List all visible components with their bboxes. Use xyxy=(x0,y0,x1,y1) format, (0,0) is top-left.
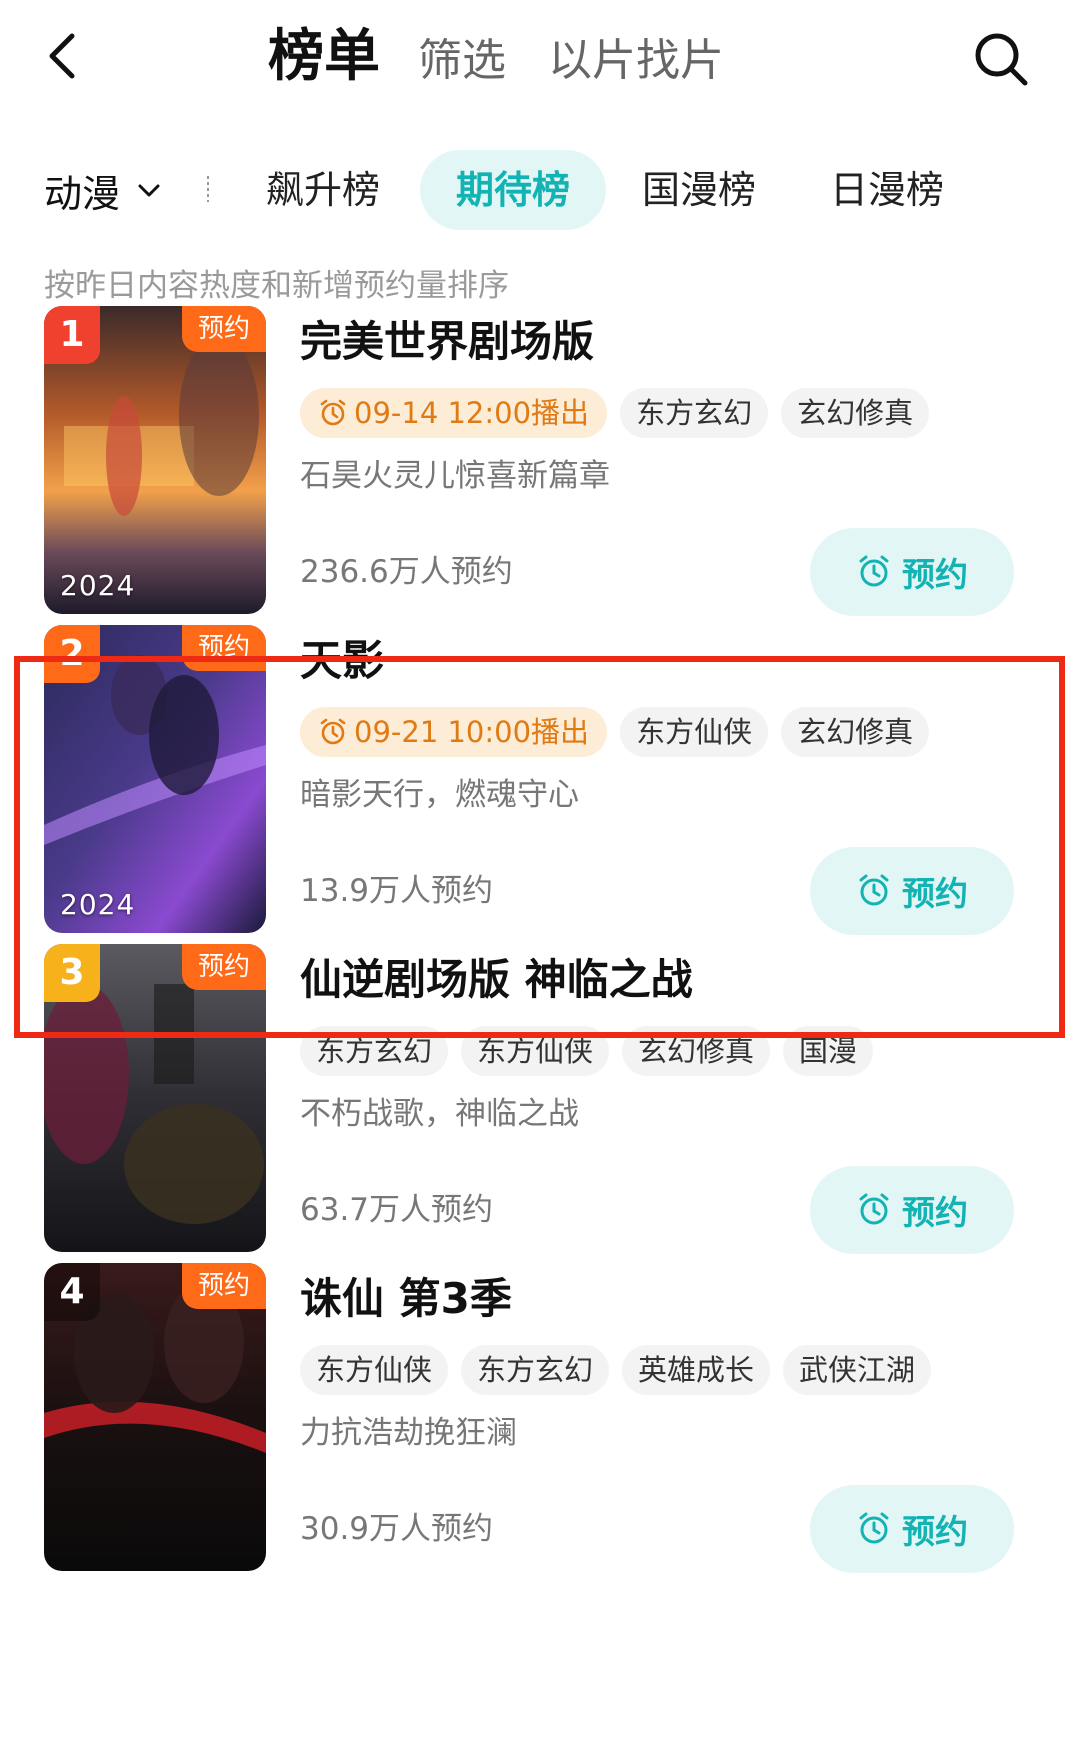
genre-tag: 东方仙侠 xyxy=(300,1345,449,1395)
top-nav: 榜单 筛选 以片找片 xyxy=(0,0,1080,116)
rank-badge: 1 xyxy=(44,306,100,364)
reserve-button-label: 预约 xyxy=(902,1512,968,1551)
search-icon xyxy=(975,33,1028,86)
chevron-down-icon xyxy=(138,184,160,197)
item-title: 诛仙 第3季 xyxy=(300,1274,512,1323)
air-time-tag: 09-14 12:00播出 xyxy=(300,388,608,438)
alarm-clock-icon xyxy=(859,1193,889,1225)
list-item[interactable]: 3 预约 仙逆剧场版 神临之战 东方玄幻 东方仙侠 玄幻修真 国漫 不朽战歌，神… xyxy=(0,944,1080,1274)
air-time-tag: 09-21 10:00播出 xyxy=(300,707,608,757)
genre-tag: 东方玄幻 xyxy=(461,1345,610,1395)
search-button[interactable] xyxy=(970,28,1032,90)
genre-tag: 玄幻修真 xyxy=(622,1026,771,1076)
rank-badge: 4 xyxy=(44,1263,100,1321)
item-description: 石昊火灵儿惊喜新篇章 xyxy=(300,458,610,494)
air-time-text: 09-14 12:00播出 xyxy=(354,396,590,430)
rank-badge: 3 xyxy=(44,944,100,1002)
back-button[interactable] xyxy=(40,24,90,88)
reserve-badge: 预约 xyxy=(181,944,266,990)
tab-anticipated[interactable]: 期待榜 xyxy=(420,150,606,230)
tab-rising[interactable]: 飙升榜 xyxy=(248,150,398,230)
reserve-badge: 预约 xyxy=(181,625,266,671)
page: 榜单 筛选 以片找片 动漫 飙升榜 期待榜 国漫榜 日漫榜 按昨日内容热度和新增… xyxy=(0,0,1080,1743)
item-description: 暗影天行，燃魂守心 xyxy=(300,777,579,813)
item-title: 天影 xyxy=(300,636,385,685)
reserve-button-label: 预约 xyxy=(902,1193,968,1232)
reserve-button[interactable]: 预约 xyxy=(810,1166,1014,1254)
genre-tag: 玄幻修真 xyxy=(781,707,930,757)
item-description: 力抗浩劫挽狂澜 xyxy=(300,1415,517,1451)
genre-tag: 东方仙侠 xyxy=(620,707,769,757)
list-item[interactable]: 4 预约 诛仙 第3季 东方仙侠 东方玄幻 英雄成长 武侠江湖 力抗浩劫挽狂澜 … xyxy=(0,1263,1080,1593)
tab-japanese-anime[interactable]: 日漫榜 xyxy=(812,150,962,230)
reserve-button[interactable]: 预约 xyxy=(810,847,1014,935)
rank-badge: 2 xyxy=(44,625,100,683)
tag-list: 09-14 12:00播出 东方玄幻 玄幻修真 xyxy=(300,388,942,438)
reserve-button[interactable]: 预约 xyxy=(810,1485,1014,1573)
item-title: 完美世界剧场版 xyxy=(300,317,595,366)
reserve-button[interactable]: 预约 xyxy=(810,528,1014,616)
alarm-clock-icon xyxy=(320,718,346,745)
year-label: 2024 xyxy=(60,888,136,921)
cover-image: 2 预约 2024 xyxy=(44,625,266,933)
genre-tag: 国漫 xyxy=(783,1026,874,1076)
tab-chinese-anime[interactable]: 国漫榜 xyxy=(624,150,774,230)
genre-tag: 东方玄幻 xyxy=(300,1026,449,1076)
reservation-count: 236.6万人预约 xyxy=(300,554,513,590)
category-dropdown[interactable]: 动漫 xyxy=(44,150,164,230)
ranking-subtitle: 按昨日内容热度和新增预约量排序 xyxy=(44,268,509,304)
tab-find-by-film[interactable]: 以片找片 xyxy=(548,26,724,96)
alarm-clock-icon xyxy=(859,555,889,587)
list-item[interactable]: 2 预约 2024 天影 09-21 10:00播出 东方仙侠 玄幻修真 暗影天… xyxy=(0,625,1080,955)
tab-ranking[interactable]: 榜单 xyxy=(268,22,380,92)
tag-list: 东方玄幻 东方仙侠 玄幻修真 国漫 xyxy=(300,1026,886,1076)
reservation-count: 30.9万人预约 xyxy=(300,1511,494,1547)
air-time-text: 09-21 10:00播出 xyxy=(354,715,590,749)
category-dropdown-label: 动漫 xyxy=(44,171,121,216)
cover-image: 4 预约 xyxy=(44,1263,266,1571)
reserve-button-label: 预约 xyxy=(902,555,968,594)
genre-tag: 英雄成长 xyxy=(622,1345,771,1395)
list-item[interactable]: 1 预约 2024 完美世界剧场版 09-14 12:00播出 东方玄幻 玄幻修… xyxy=(0,306,1080,636)
item-title: 仙逆剧场版 神临之战 xyxy=(300,955,693,1004)
alarm-clock-icon xyxy=(859,874,889,906)
category-bar: 动漫 飙升榜 期待榜 国漫榜 日漫榜 xyxy=(0,150,1080,230)
genre-tag: 武侠江湖 xyxy=(783,1345,932,1395)
item-description: 不朽战歌，神临之战 xyxy=(300,1096,579,1132)
genre-tag: 东方玄幻 xyxy=(620,388,769,438)
reservation-count: 63.7万人预约 xyxy=(300,1192,494,1228)
reserve-button-label: 预约 xyxy=(902,874,968,913)
reservation-count: 13.9万人预约 xyxy=(300,873,494,909)
tag-list: 东方仙侠 东方玄幻 英雄成长 武侠江湖 xyxy=(300,1345,944,1395)
category-divider xyxy=(207,176,209,202)
tag-list: 09-21 10:00播出 东方仙侠 玄幻修真 xyxy=(300,707,942,757)
tab-filter[interactable]: 筛选 xyxy=(418,26,506,96)
genre-tag: 东方仙侠 xyxy=(461,1026,610,1076)
alarm-clock-icon xyxy=(859,1512,889,1544)
cover-image: 3 预约 xyxy=(44,944,266,1252)
reserve-badge: 预约 xyxy=(181,306,266,352)
chevron-left-icon xyxy=(49,33,75,79)
genre-tag: 玄幻修真 xyxy=(781,388,930,438)
year-label: 2024 xyxy=(60,569,136,602)
reserve-badge: 预约 xyxy=(181,1263,266,1309)
alarm-clock-icon xyxy=(320,399,346,426)
cover-image: 1 预约 2024 xyxy=(44,306,266,614)
